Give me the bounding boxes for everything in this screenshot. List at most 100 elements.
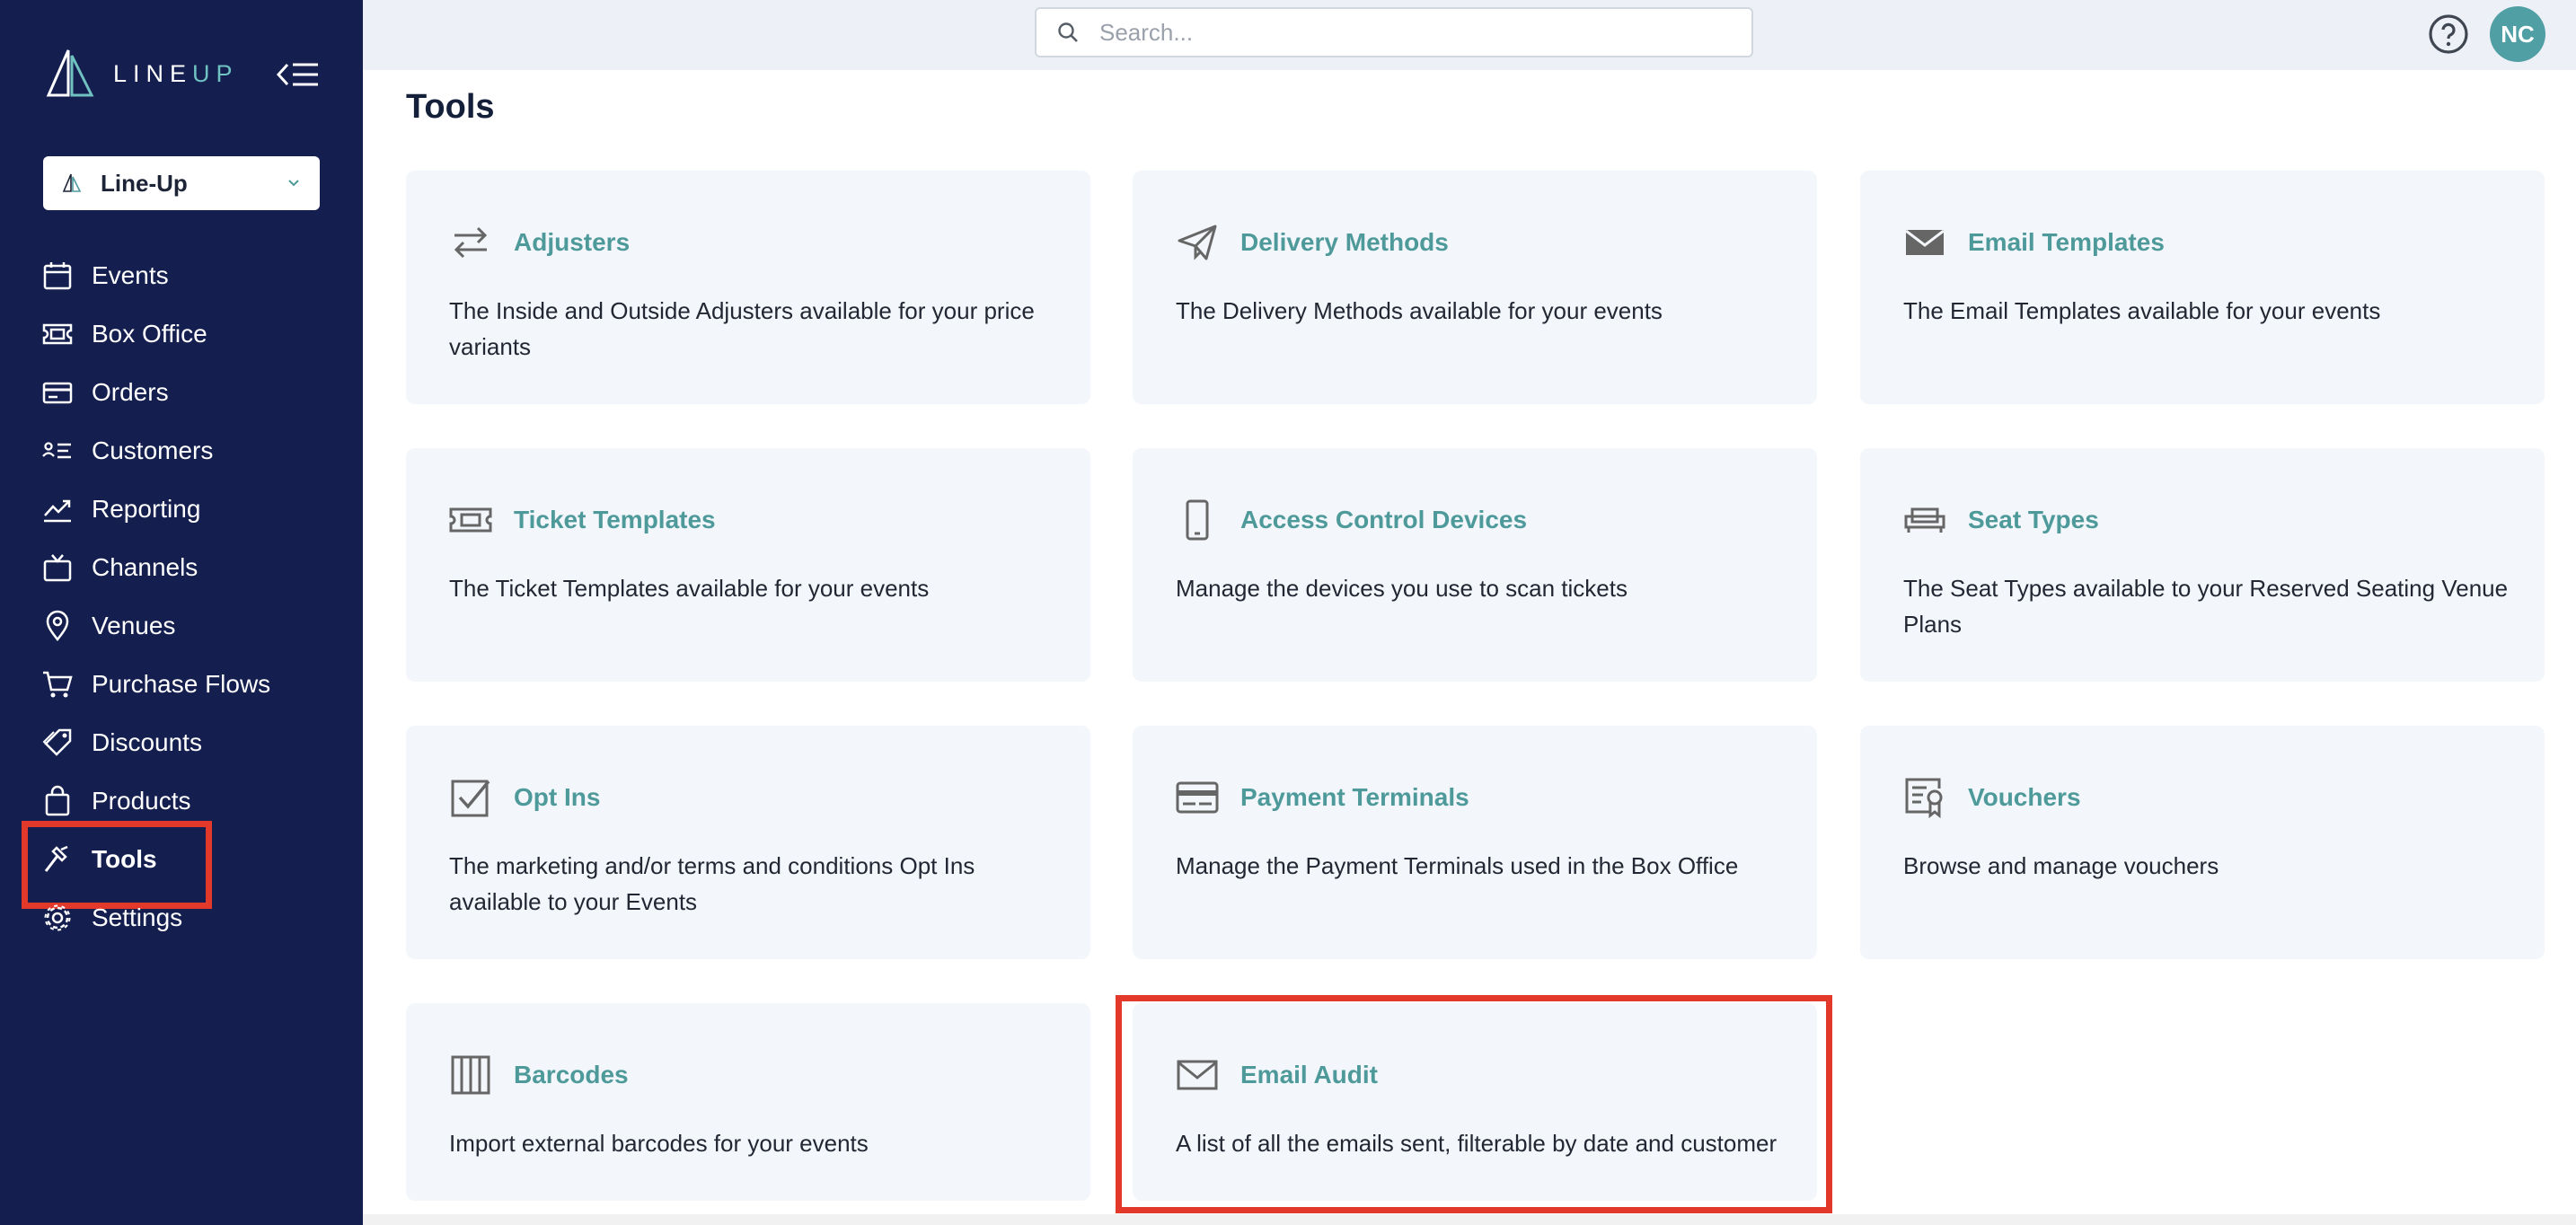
- bag-icon: [45, 785, 70, 815]
- brand-wordmark: LINEUP: [113, 60, 239, 88]
- card-header: Vouchers: [1903, 776, 2081, 819]
- trend-icon: [44, 499, 71, 522]
- card-description: Import external barcodes for your events: [449, 1130, 869, 1157]
- tool-card-opt-ins[interactable]: Opt Ins The marketing and/or terms and c…: [406, 726, 1090, 959]
- map-pin-icon: [46, 610, 69, 641]
- tool-card-adjusters[interactable]: Adjusters The Inside and Outside Adjuste…: [406, 171, 1090, 404]
- sidebar-item-label: Tools: [92, 844, 157, 873]
- card-title: Payment Terminals: [1240, 783, 1469, 811]
- card-header: Email Templates: [1903, 221, 2165, 264]
- tool-card-ticket-templates[interactable]: Ticket Templates The Ticket Templates av…: [406, 448, 1090, 682]
- sidebar-item-venues[interactable]: Venues: [0, 596, 363, 655]
- voucher-icon: [1905, 778, 1943, 819]
- sidebar: LINEUP Line-Up Events Box Office Orders: [0, 0, 363, 1225]
- brand-up: UP: [192, 59, 239, 87]
- sidebar-item-label: Discounts: [92, 727, 202, 756]
- top-bar: NC: [363, 0, 2576, 70]
- card-header: Seat Types: [1903, 498, 2099, 542]
- card-title: Delivery Methods: [1240, 228, 1449, 256]
- sidebar-item-channels[interactable]: Channels: [0, 538, 363, 596]
- card-description: The marketing and/or terms and condition…: [449, 852, 975, 915]
- brand-logo[interactable]: LINEUP: [43, 47, 239, 101]
- organization-label: Line-Up: [101, 169, 188, 197]
- brand-line: LINE: [113, 59, 193, 87]
- paper-plane-icon: [1178, 225, 1217, 260]
- tool-card-email-templates[interactable]: Email Templates The Email Templates avai…: [1860, 171, 2545, 404]
- tool-card-email-audit[interactable]: Email Audit A list of all the emails sen…: [1133, 1003, 1817, 1201]
- sail-logo-icon: [46, 49, 94, 97]
- search-input[interactable]: [1099, 18, 1710, 47]
- card-header: Opt Ins: [449, 776, 600, 819]
- card-title: Barcodes: [514, 1061, 629, 1088]
- checkbox-icon: [451, 780, 490, 817]
- sofa-icon: [1904, 507, 1945, 533]
- organization-select[interactable]: Line-Up: [43, 156, 320, 210]
- collapse-sidebar-icon[interactable]: [275, 59, 322, 90]
- sidebar-item-events[interactable]: Events: [0, 246, 363, 304]
- gear-icon: [44, 904, 71, 930]
- card-title: Ticket Templates: [514, 506, 716, 533]
- card-title: Email Audit: [1240, 1061, 1378, 1088]
- bottom-scroll-edge: [363, 1214, 2576, 1225]
- sidebar-item-label: Events: [92, 260, 169, 289]
- card-title: Adjusters: [514, 228, 631, 256]
- search-box[interactable]: [1035, 7, 1753, 57]
- hammer-icon: [44, 845, 68, 872]
- tool-card-vouchers[interactable]: Vouchers Browse and manage vouchers: [1860, 726, 2545, 959]
- barcode-icon: [451, 1055, 490, 1095]
- sidebar-item-box-office[interactable]: Box Office: [0, 304, 363, 363]
- card-description: The Seat Types available to your Reserve…: [1903, 575, 2509, 638]
- sidebar-item-settings[interactable]: Settings: [0, 888, 363, 947]
- sidebar-item-label: Purchase Flows: [92, 669, 271, 698]
- search-icon: [1058, 22, 1078, 42]
- card-title: Opt Ins: [514, 783, 601, 811]
- sidebar-item-label: Settings: [92, 903, 183, 931]
- sidebar-item-purchase-flows[interactable]: Purchase Flows: [0, 655, 363, 713]
- card-title: Seat Types: [1968, 506, 2099, 533]
- card-header: Barcodes: [449, 1053, 629, 1097]
- card-terminal-icon: [1176, 781, 1219, 814]
- card-description: A list of all the emails sent, filterabl…: [1176, 1130, 1778, 1157]
- tool-card-access-control-devices[interactable]: Access Control Devices Manage the device…: [1133, 448, 1817, 682]
- sidebar-item-label: Channels: [92, 552, 198, 581]
- sidebar-item-label: Customers: [92, 436, 214, 464]
- tool-card-payment-terminals[interactable]: Payment Terminals Manage the Payment Ter…: [1133, 726, 1817, 959]
- ticket-icon: [449, 507, 492, 533]
- swap-arrows-icon: [454, 226, 488, 259]
- card-description: The Ticket Templates available for your …: [449, 575, 930, 602]
- card-header: Adjusters: [449, 221, 630, 264]
- sidebar-item-label: Venues: [92, 611, 176, 639]
- card-description: The Inside and Outside Adjusters availab…: [449, 297, 1035, 360]
- chevron-down-icon: [288, 180, 299, 187]
- user-avatar[interactable]: NC: [2490, 6, 2545, 62]
- envelope-outline-icon: [1177, 1060, 1218, 1090]
- card-description: Manage the devices you use to scan ticke…: [1176, 575, 1628, 602]
- sidebar-nav: Events Box Office Orders Customers Repor…: [0, 246, 363, 947]
- sidebar-item-reporting[interactable]: Reporting: [0, 480, 363, 538]
- card-header: Access Control Devices: [1176, 498, 1527, 542]
- help-icon[interactable]: [2427, 13, 2470, 56]
- tool-card-barcodes[interactable]: Barcodes Import external barcodes for yo…: [406, 1003, 1090, 1201]
- card-header: Delivery Methods: [1176, 221, 1449, 264]
- card-header: Email Audit: [1176, 1053, 1378, 1097]
- sidebar-item-customers[interactable]: Customers: [0, 421, 363, 480]
- tool-card-seat-types[interactable]: Seat Types The Seat Types available to y…: [1860, 448, 2545, 682]
- sidebar-item-tools[interactable]: Tools: [0, 830, 363, 888]
- card-title: Email Templates: [1968, 228, 2165, 256]
- calendar-icon: [43, 261, 72, 289]
- ticket-icon: [42, 323, 73, 344]
- card-description: The Delivery Methods available for your …: [1176, 297, 1663, 324]
- mobile-device-icon: [1186, 499, 1209, 541]
- envelope-filled-icon: [1905, 229, 1945, 255]
- sidebar-item-label: Reporting: [92, 494, 201, 523]
- sidebar-item-discounts[interactable]: Discounts: [0, 713, 363, 771]
- card-description: Manage the Payment Terminals used in the…: [1176, 852, 1739, 879]
- sidebar-item-label: Box Office: [92, 319, 207, 348]
- tool-card-delivery-methods[interactable]: Delivery Methods The Delivery Methods av…: [1133, 171, 1817, 404]
- sidebar-item-orders[interactable]: Orders: [0, 363, 363, 421]
- credit-card-icon: [42, 382, 73, 403]
- card-header: Payment Terminals: [1176, 776, 1469, 819]
- tv-icon: [43, 553, 72, 581]
- sidebar-item-label: Orders: [92, 377, 169, 406]
- org-logo-icon: [62, 173, 82, 192]
